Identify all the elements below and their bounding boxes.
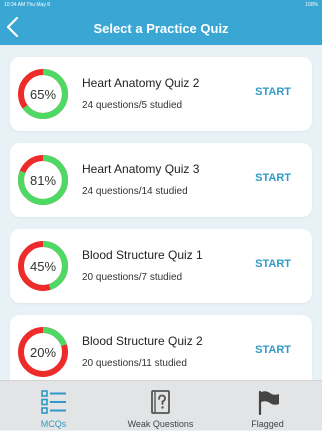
status-battery: 100% bbox=[305, 2, 318, 8]
tab-label: Weak Questions bbox=[127, 419, 194, 429]
tab-bar: MCQs Weak Questions Flagged bbox=[0, 380, 322, 430]
progress-percent: 65% bbox=[29, 86, 57, 102]
tab-mcqs[interactable]: MCQs bbox=[0, 381, 107, 431]
quiz-card[interactable]: 81% Heart Anatomy Quiz 3 24 questions/14… bbox=[10, 143, 312, 217]
tab-flagged[interactable]: Flagged bbox=[214, 381, 321, 431]
quiz-subtitle: 24 questions/14 studied bbox=[82, 186, 188, 197]
quiz-title: Heart Anatomy Quiz 2 bbox=[82, 76, 200, 90]
quiz-card[interactable]: 20% Blood Structure Quiz 2 20 questions/… bbox=[10, 315, 312, 380]
tab-label: Flagged bbox=[251, 419, 284, 429]
start-button[interactable]: START bbox=[255, 344, 291, 356]
chevron-left-icon bbox=[6, 16, 19, 38]
quiz-subtitle: 24 questions/5 studied bbox=[82, 100, 183, 111]
flag-icon bbox=[258, 390, 279, 415]
tab-label: MCQs bbox=[40, 419, 67, 429]
progress-percent: 20% bbox=[29, 344, 57, 360]
quiz-subtitle: 20 questions/7 studied bbox=[82, 272, 183, 283]
quiz-card[interactable]: 45% Blood Structure Quiz 1 20 questions/… bbox=[10, 229, 312, 303]
list-icon bbox=[40, 390, 66, 414]
status-time: 10:34 AM Thu May 8 bbox=[4, 2, 51, 8]
quiz-card[interactable]: 65% Heart Anatomy Quiz 2 24 questions/5 … bbox=[10, 57, 312, 131]
status-bar: 10:34 AM Thu May 8 100% bbox=[0, 0, 322, 10]
quiz-title: Heart Anatomy Quiz 3 bbox=[82, 162, 200, 176]
quiz-list: 65% Heart Anatomy Quiz 2 24 questions/5 … bbox=[0, 45, 322, 380]
start-button[interactable]: START bbox=[255, 258, 291, 270]
tab-weak-questions[interactable]: Weak Questions bbox=[107, 381, 214, 431]
progress-percent: 81% bbox=[29, 172, 57, 188]
back-button[interactable] bbox=[4, 16, 22, 38]
quiz-title: Blood Structure Quiz 1 bbox=[82, 248, 203, 262]
progress-percent: 45% bbox=[29, 258, 57, 274]
question-book-icon bbox=[150, 390, 170, 414]
start-button[interactable]: START bbox=[255, 86, 291, 98]
page-title: Select a Practice Quiz bbox=[93, 21, 229, 36]
nav-bar: Select a Practice Quiz bbox=[0, 10, 322, 45]
start-button[interactable]: START bbox=[255, 172, 291, 184]
quiz-subtitle: 20 questions/11 studied bbox=[82, 358, 187, 369]
quiz-title: Blood Structure Quiz 2 bbox=[82, 334, 203, 348]
